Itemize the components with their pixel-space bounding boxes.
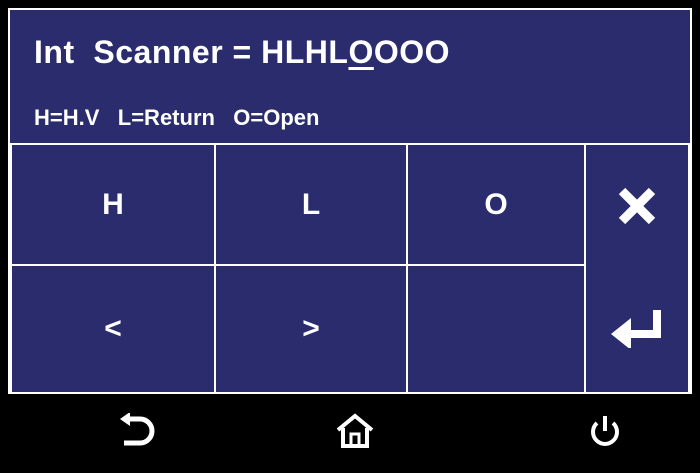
cursor-left-key[interactable]: <	[10, 264, 216, 392]
keypad: H L O < >	[10, 143, 690, 392]
enter-button[interactable]	[584, 264, 690, 392]
enter-icon	[611, 310, 661, 348]
cursor-left-label: <	[104, 312, 122, 345]
scanner-value-display: Int Scanner = HLHLOOOO	[34, 34, 450, 71]
power-button[interactable]	[575, 406, 635, 456]
back-icon	[120, 413, 155, 446]
scanner-value-before: HLHL	[261, 34, 349, 70]
back-button[interactable]	[106, 406, 166, 456]
home-icon	[336, 413, 374, 448]
legend-o: O=Open	[233, 105, 320, 130]
o-key-label: O	[484, 187, 508, 221]
scanner-screen: Int Scanner = HLHLOOOO H=H.V L=Return O=…	[8, 8, 692, 394]
key-legend: H=H.V L=Return O=Open	[34, 105, 319, 131]
blank-key	[406, 264, 586, 392]
cursor-right-key[interactable]: >	[214, 264, 408, 392]
clear-button[interactable]	[584, 143, 690, 266]
close-icon	[618, 187, 656, 224]
legend-h: H=H.V	[34, 105, 100, 130]
scanner-value-after: OOO	[373, 34, 450, 70]
l-key[interactable]: L	[214, 143, 408, 266]
cursor-right-label: >	[302, 312, 320, 345]
l-key-label: L	[301, 187, 321, 221]
home-button[interactable]	[325, 406, 385, 456]
power-icon	[591, 416, 619, 446]
legend-l: L=Return	[117, 105, 215, 130]
scanner-label: Scanner	[93, 34, 224, 70]
nav-bar	[0, 394, 700, 473]
equals-sign: =	[232, 34, 252, 70]
scanner-label-prefix: Int	[34, 34, 75, 70]
scanner-value-cursor: O	[348, 34, 374, 70]
h-key-label: H	[102, 187, 124, 221]
h-key[interactable]: H	[10, 143, 216, 266]
o-key[interactable]: O	[406, 143, 586, 266]
